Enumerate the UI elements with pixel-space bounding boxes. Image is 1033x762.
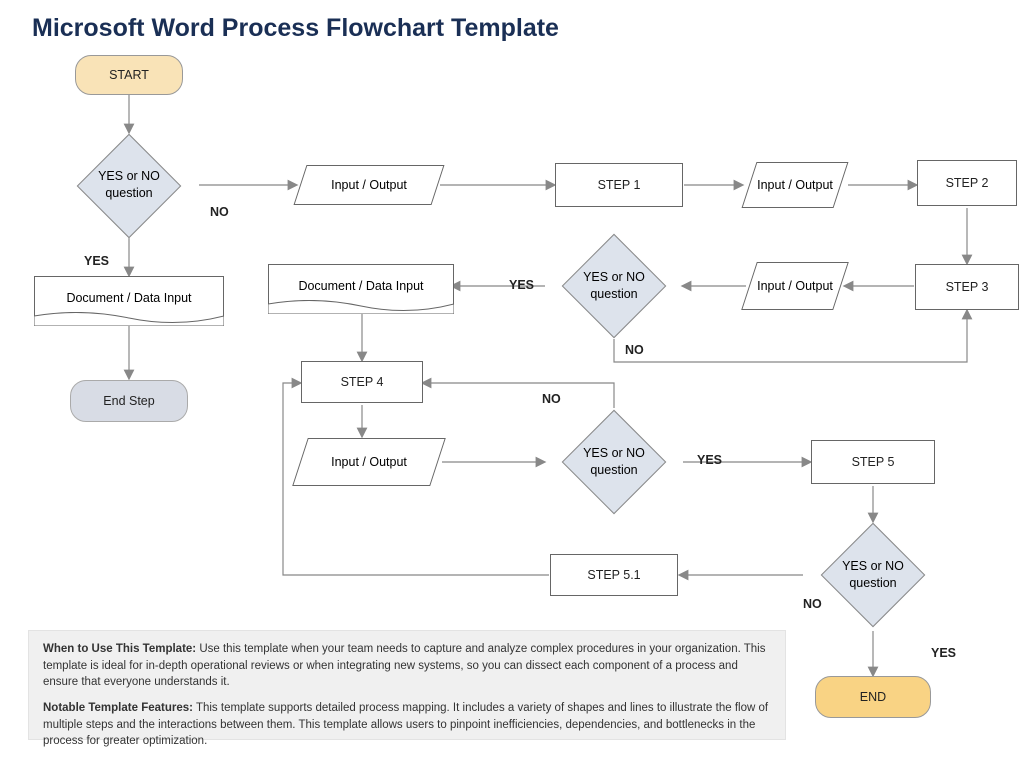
label-no: NO: [625, 343, 644, 357]
node-step-4: STEP 4: [301, 361, 423, 403]
description-panel: When to Use This Template: Use this temp…: [28, 630, 786, 740]
page-title: Microsoft Word Process Flowchart Templat…: [32, 14, 559, 43]
label-no: NO: [803, 597, 822, 611]
node-start: START: [75, 55, 183, 95]
node-step-5: STEP 5: [811, 440, 935, 484]
label-yes: YES: [697, 453, 722, 467]
node-step-1: STEP 1: [555, 163, 683, 207]
node-step-2: STEP 2: [917, 160, 1017, 206]
label-no: NO: [542, 392, 561, 406]
node-end: END: [815, 676, 931, 718]
desc-1-bold: When to Use This Template:: [43, 643, 196, 655]
node-io-1: Input / Output: [300, 165, 438, 205]
desc-2-bold: Notable Template Features:: [43, 702, 193, 714]
node-io-3: Input / Output: [749, 262, 841, 310]
label-no: NO: [210, 205, 229, 219]
node-decision-4: YES or NO question: [818, 521, 928, 629]
node-step-5-1: STEP 5.1: [550, 554, 678, 596]
node-document-1: Document / Data Input: [34, 276, 224, 326]
label-yes: YES: [931, 646, 956, 660]
node-decision-3: YES or NO question: [559, 408, 669, 516]
node-io-2: Input / Output: [749, 162, 841, 208]
node-decision-2: YES or NO question: [559, 232, 669, 340]
label-yes: YES: [509, 278, 534, 292]
node-io-4: Input / Output: [300, 438, 438, 486]
node-document-2: Document / Data Input: [268, 264, 454, 314]
label-yes: YES: [84, 254, 109, 268]
node-step-3: STEP 3: [915, 264, 1019, 310]
node-decision-1: YES or NO question: [74, 132, 184, 238]
node-end-step: End Step: [70, 380, 188, 422]
